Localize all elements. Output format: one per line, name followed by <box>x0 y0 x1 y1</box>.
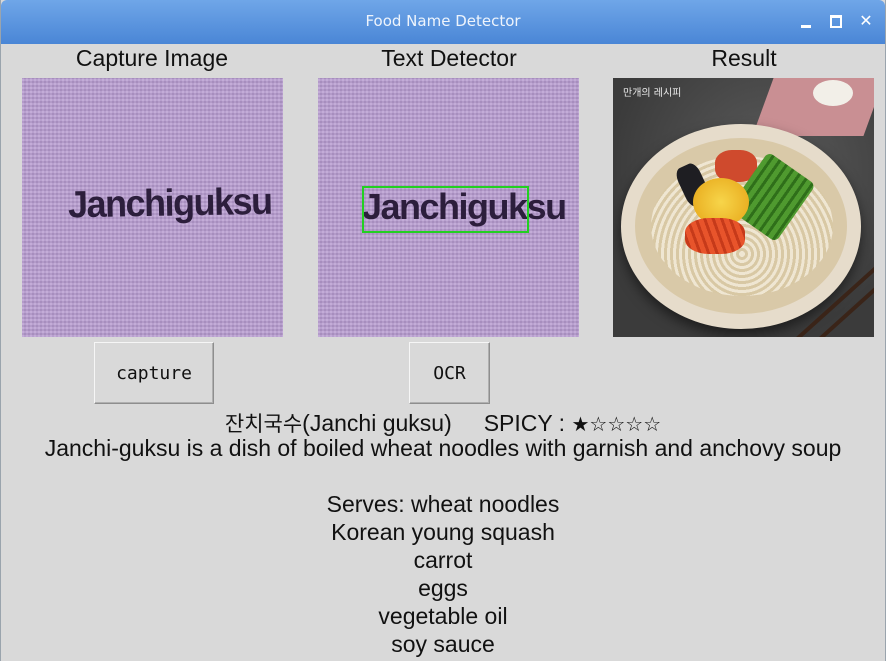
close-icon[interactable]: ✕ <box>857 12 875 30</box>
capture-image-preview: Janchiguksu <box>22 78 283 337</box>
result-food-image: 만개의 레시피 <box>613 78 874 337</box>
ingredient-item: eggs <box>418 575 468 601</box>
ingredient-item: Korean young squash <box>331 519 555 545</box>
carrot-shape <box>685 218 745 254</box>
capture-button[interactable]: capture <box>94 342 214 404</box>
text-detector-preview: Janchiguksu <box>318 78 579 337</box>
side-egg-shape <box>813 80 853 106</box>
ingredients-list: Serves: wheat noodles Korean young squas… <box>1 491 885 659</box>
detection-bounding-box <box>362 186 529 233</box>
title-bar[interactable]: Food Name Detector ✕ <box>1 0 885 44</box>
serves-label: Serves: <box>326 491 412 517</box>
maximize-icon[interactable] <box>827 12 845 30</box>
ingredient-item: soy sauce <box>391 631 495 657</box>
recipe-logo: 만개의 레시피 <box>623 88 682 99</box>
ocr-button[interactable]: OCR <box>409 342 490 404</box>
window-title: Food Name Detector <box>365 12 521 30</box>
captured-word: Janchiguksu <box>67 179 272 226</box>
spicy-rating: ★☆☆☆☆ <box>571 412 662 436</box>
food-title-line: 잔치국수(Janchi guksu) SPICY : ★☆☆☆☆ <box>1 408 885 438</box>
korean-name: 잔치국수 <box>224 412 303 436</box>
text-detector-heading: Text Detector <box>381 45 517 71</box>
result-heading: Result <box>711 45 777 71</box>
roman-name: (Janchi guksu) <box>302 410 452 436</box>
spicy-label: SPICY : <box>483 410 566 436</box>
app-window: Food Name Detector ✕ Capture Image Text … <box>0 0 886 661</box>
minimize-icon[interactable] <box>797 12 815 30</box>
ingredient-item: carrot <box>413 547 473 573</box>
ingredient-item: Serves: wheat noodles <box>326 491 560 517</box>
capture-image-heading: Capture Image <box>75 45 229 71</box>
food-description: Janchi-guksu is a dish of boiled wheat n… <box>44 435 842 461</box>
ingredient-item: vegetable oil <box>378 603 508 629</box>
